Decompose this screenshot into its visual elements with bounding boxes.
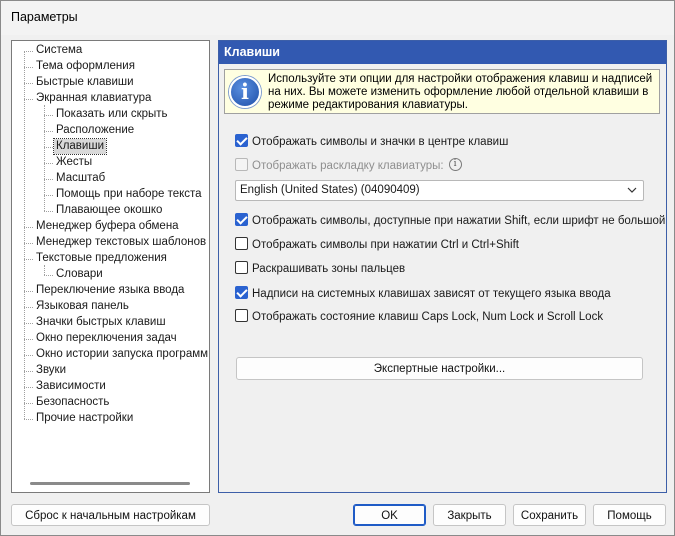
tree-item[interactable]: Переключение языка ввода	[34, 283, 186, 298]
tree-connector	[24, 339, 33, 340]
tree-connector	[44, 131, 53, 132]
tree-item[interactable]: Значки быстрых клавиш	[34, 315, 168, 330]
tree-item[interactable]: Окно истории запуска программ	[34, 347, 209, 362]
tree-item[interactable]: Безопасность	[34, 395, 111, 410]
ok-button[interactable]: OK	[353, 504, 426, 526]
checkbox[interactable]	[235, 237, 248, 251]
option-label: Отображать состояние клавиш Caps Lock, N…	[252, 311, 604, 323]
tree-connector	[24, 371, 33, 372]
tree-item[interactable]: Зависимости	[34, 379, 108, 394]
tree-connector	[24, 323, 33, 324]
tree-item[interactable]: Масштаб	[54, 171, 107, 186]
tree-connector	[24, 403, 33, 404]
option-show-shift-symbols[interactable]: Отображать символы, доступные при нажати…	[235, 213, 665, 229]
option-show-ctrl-symbols[interactable]: Отображать символы при нажатии Ctrl и Ct…	[235, 237, 519, 253]
title-bar: Параметры	[1, 1, 674, 35]
tree-connector	[44, 105, 45, 211]
checkbox[interactable]	[235, 158, 248, 172]
option-system-keys-language[interactable]: Надписи на системных клавишах зависят от…	[235, 286, 611, 302]
tree-connector	[24, 51, 33, 52]
save-button[interactable]: Сохранить	[513, 504, 586, 526]
checkbox[interactable]	[235, 309, 248, 323]
tree-connector	[44, 195, 53, 196]
tree-item[interactable]: Экранная клавиатура	[34, 91, 153, 106]
tree-item[interactable]: Расположение	[54, 123, 136, 138]
tree-connector	[24, 307, 33, 308]
option-label: Отображать символы и значки в центре кла…	[252, 136, 509, 148]
help-button[interactable]: Помощь	[593, 504, 666, 526]
select-value: English (United States) (04090409)	[240, 184, 420, 196]
tree-item[interactable]: Система	[34, 43, 84, 58]
tree-connector	[24, 227, 33, 228]
tree-item[interactable]: Быстрые клавиши	[34, 75, 136, 90]
settings-tree[interactable]: Система Тема оформления Быстрые клавиши Экр…	[11, 40, 210, 493]
tree-connector	[44, 211, 53, 212]
tree-connector	[44, 115, 53, 116]
tree-item[interactable]: Словари	[54, 267, 105, 282]
option-show-center-symbols[interactable]: Отображать символы и значки в центре кла…	[235, 134, 508, 150]
tree-connector	[44, 275, 53, 276]
tree-item[interactable]: Тема оформления	[34, 59, 137, 74]
option-show-keyboard-layout[interactable]: Отображать раскладку клавиатуры: i	[235, 158, 462, 174]
info-icon: i	[229, 76, 261, 108]
horizontal-scrollbar[interactable]	[30, 482, 190, 485]
tree-item[interactable]: Языковая панель	[34, 299, 131, 314]
tree-connector	[24, 243, 33, 244]
tree-item[interactable]: Окно переключения задач	[34, 331, 179, 346]
tree-connector	[44, 265, 45, 275]
tree-item[interactable]: Жесты	[54, 155, 94, 170]
window-title: Параметры	[11, 10, 78, 24]
option-label: Надписи на системных клавишах зависят от…	[252, 288, 611, 300]
checkbox[interactable]	[235, 286, 248, 300]
tree-item[interactable]: Менеджер текстовых шаблонов	[34, 235, 208, 250]
tree-connector	[24, 99, 33, 100]
keyboard-layout-select[interactable]: English (United States) (04090409)	[235, 180, 644, 201]
info-box: i Используйте эти опции для настройки от…	[224, 69, 660, 114]
tree-item[interactable]: Помощь при наборе текста	[54, 187, 204, 202]
tree-connector	[24, 387, 33, 388]
tree-connector	[44, 147, 53, 148]
tree-connector	[24, 67, 33, 68]
tree-item[interactable]: Плавающее окошко	[54, 203, 164, 218]
tree-item[interactable]: Звуки	[34, 363, 68, 378]
tree-connector	[24, 259, 33, 260]
tree-connector	[44, 163, 53, 164]
checkbox[interactable]	[235, 261, 248, 275]
checkbox[interactable]	[235, 213, 248, 227]
settings-window: Параметры Система Тема оформления Быстрые …	[0, 0, 675, 536]
keys-settings-panel: Клавиши i Используйте эти опции для наст…	[218, 40, 667, 493]
tree-connector	[24, 355, 33, 356]
option-label: Отображать символы, доступные при нажати…	[252, 215, 666, 227]
tree-item[interactable]: Показать или скрыть	[54, 107, 170, 122]
tree-item[interactable]: Клавиши	[53, 138, 107, 155]
tree-connector	[44, 179, 53, 180]
reset-defaults-button[interactable]: Сброс к начальным настройкам	[11, 504, 210, 526]
tree-item[interactable]: Менеджер буфера обмена	[34, 219, 181, 234]
option-show-lock-states[interactable]: Отображать состояние клавиш Caps Lock, N…	[235, 309, 603, 325]
option-label: Отображать раскладку клавиатуры:	[252, 160, 444, 172]
close-button[interactable]: Закрыть	[433, 504, 506, 526]
tree-connector	[24, 83, 33, 84]
panel-title: Клавиши	[219, 41, 666, 64]
checkbox[interactable]	[235, 134, 248, 148]
info-hint-icon[interactable]: i	[448, 158, 462, 172]
tree-connector	[24, 419, 33, 420]
tree-item[interactable]: Текстовые предложения	[34, 251, 169, 266]
option-label: Отображать символы при нажатии Ctrl и Ct…	[252, 239, 519, 251]
option-color-finger-zones[interactable]: Раскрашивать зоны пальцев	[235, 261, 405, 277]
option-label: Раскрашивать зоны пальцев	[252, 263, 406, 275]
tree-connector	[24, 51, 25, 419]
chevron-down-icon	[627, 187, 637, 193]
expert-settings-button[interactable]: Экспертные настройки...	[236, 357, 643, 380]
tree-connector	[24, 291, 33, 292]
info-text: Используйте эти опции для настройки отоб…	[268, 73, 653, 111]
tree-item[interactable]: Прочие настройки	[34, 411, 135, 426]
